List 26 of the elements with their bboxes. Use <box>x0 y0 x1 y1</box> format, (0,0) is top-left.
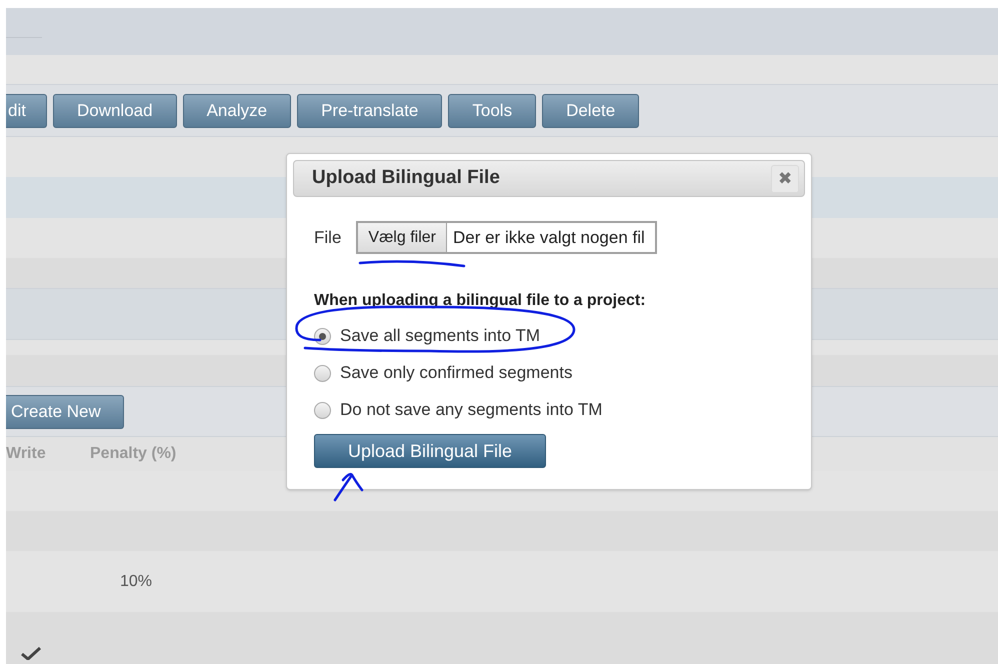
radio-button[interactable] <box>314 364 331 382</box>
choose-file-button[interactable]: Vælg filer <box>358 223 447 252</box>
radio-button[interactable] <box>314 328 331 344</box>
column-header: Write <box>6 444 47 464</box>
column-header: Penalty (%) <box>90 444 176 464</box>
toolbar-button[interactable]: dit <box>6 94 47 128</box>
upload-button[interactable]: Upload Bilingual File <box>314 434 546 468</box>
pen-arrow <box>334 472 364 502</box>
toolbar-button[interactable]: Delete <box>542 94 640 128</box>
toolbar-button[interactable]: Download <box>52 94 177 128</box>
option-heading: When uploading a bilingual file to a project: <box>314 291 647 311</box>
check-icon <box>20 646 42 660</box>
create-new-button[interactable]: Create New <box>6 394 124 428</box>
radio-option[interactable]: Save all segments into TM <box>314 325 805 347</box>
dialog-title: Upload Bilingual File <box>312 166 500 190</box>
radio-option[interactable]: Do not save any segments into TM <box>314 399 805 421</box>
toolbar-button[interactable]: Tools <box>448 94 536 128</box>
toolbar-button[interactable]: Pre-translate <box>297 94 442 128</box>
close-button[interactable]: ✖ <box>771 164 799 192</box>
toolbar-button[interactable]: Analyze <box>182 94 292 128</box>
radio-button[interactable] <box>314 402 331 418</box>
file-input[interactable]: Vælg filer Der er ikke valgt nogen fil <box>356 221 657 254</box>
field-label: File <box>314 226 342 249</box>
radio-option[interactable]: Save only confirmed segments <box>314 362 805 384</box>
file-status-text: Der er ikke valgt nogen fil <box>452 226 645 249</box>
table-cell-text: 10% <box>120 572 152 592</box>
